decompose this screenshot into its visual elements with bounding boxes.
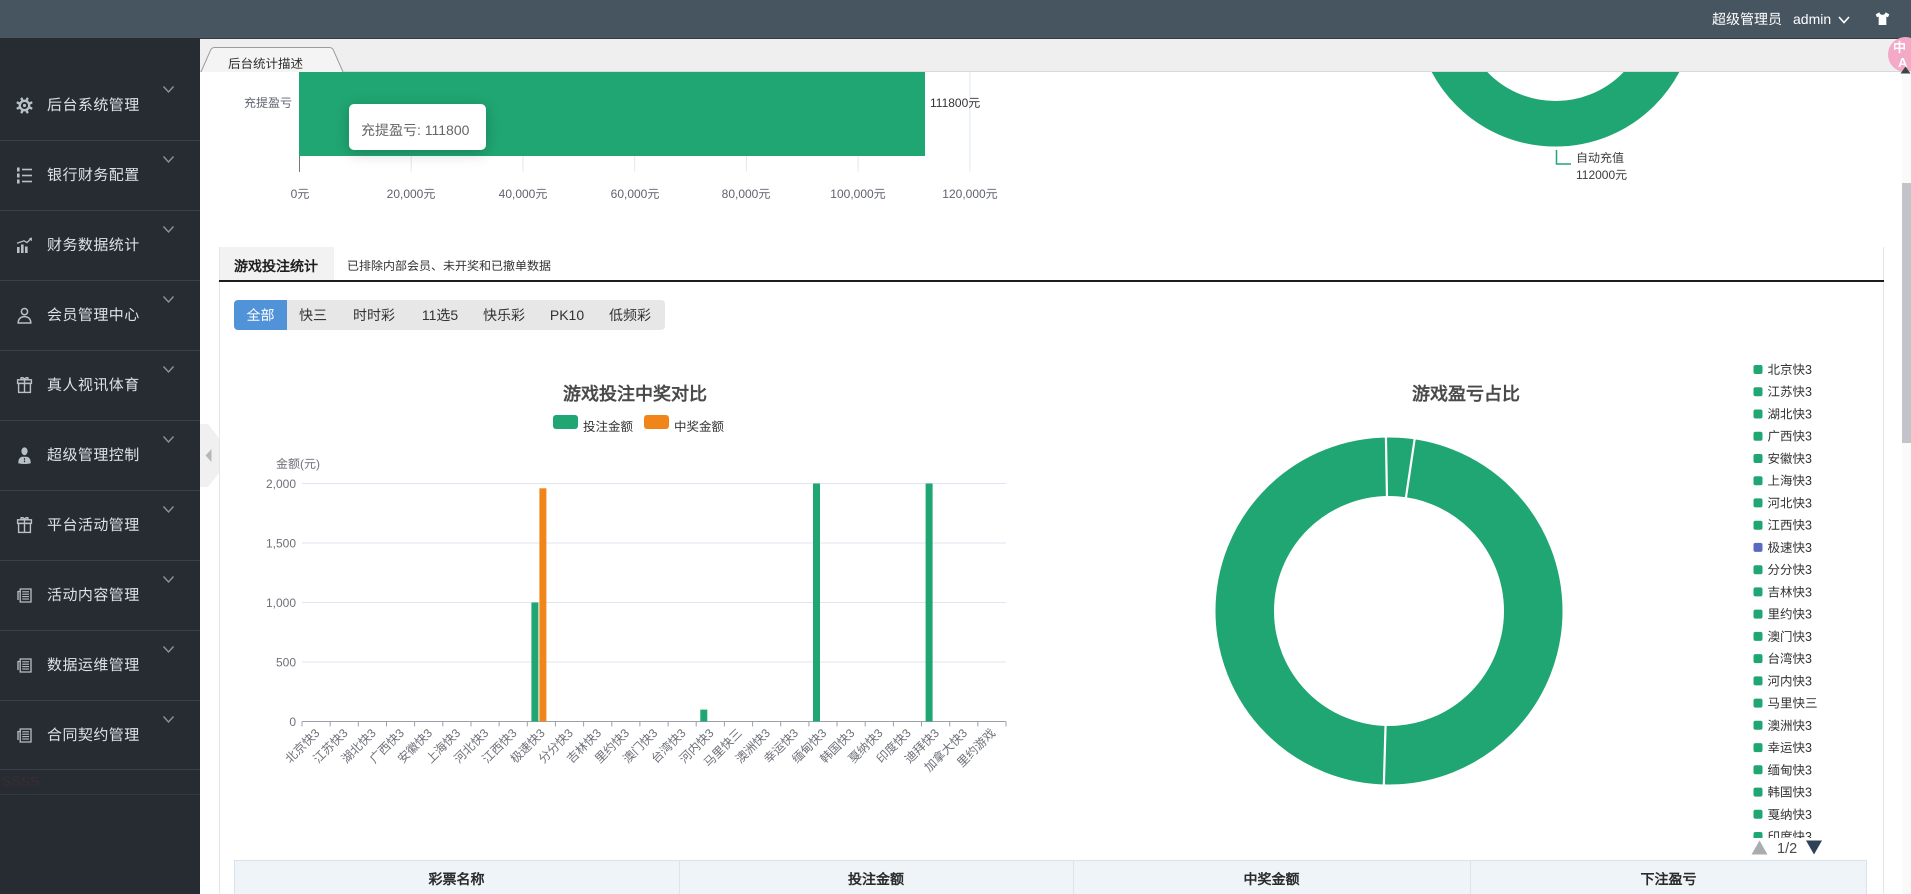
svg-text:北京快3: 北京快3 [1768, 363, 1813, 377]
svg-text:1,000: 1,000 [266, 596, 296, 610]
svg-text:澳洲快3: 澳洲快3 [1768, 719, 1813, 733]
svg-text:极速快3: 极速快3 [1768, 541, 1813, 555]
svg-text:里约快3: 里约快3 [1768, 608, 1813, 622]
svg-text:河北快3: 河北快3 [1768, 496, 1813, 510]
svg-text:澳门快3: 澳门快3 [1768, 630, 1813, 644]
svg-text:幸运快3: 幸运快3 [1768, 741, 1813, 755]
svg-text:马里快三: 马里快三 [1768, 697, 1818, 711]
svg-text:湖北快3: 湖北快3 [1768, 408, 1813, 422]
svg-text:1/2: 1/2 [1777, 841, 1797, 856]
svg-text:上海快3: 上海快3 [1768, 474, 1813, 488]
svg-text:安徽快3: 安徽快3 [1768, 452, 1813, 466]
svg-text:500: 500 [276, 656, 296, 670]
svg-text:韩国快3: 韩国快3 [1768, 786, 1813, 800]
svg-text:1,500: 1,500 [266, 537, 296, 551]
svg-text:广西快3: 广西快3 [1768, 430, 1813, 444]
svg-text:分分快3: 分分快3 [1768, 563, 1813, 577]
svg-text:印度快3: 印度快3 [1768, 830, 1813, 838]
svg-text:吉林快3: 吉林快3 [1768, 585, 1813, 599]
svg-text:戛纳快3: 戛纳快3 [1768, 808, 1813, 822]
svg-text:2,000: 2,000 [266, 477, 296, 491]
svg-text:0: 0 [289, 715, 296, 729]
svg-text:江西快3: 江西快3 [1768, 519, 1813, 533]
svg-text:河内快3: 河内快3 [1768, 674, 1813, 688]
svg-text:台湾快3: 台湾快3 [1768, 652, 1813, 666]
svg-text:江苏快3: 江苏快3 [1768, 385, 1813, 399]
svg-text:缅甸快3: 缅甸快3 [1768, 763, 1813, 777]
